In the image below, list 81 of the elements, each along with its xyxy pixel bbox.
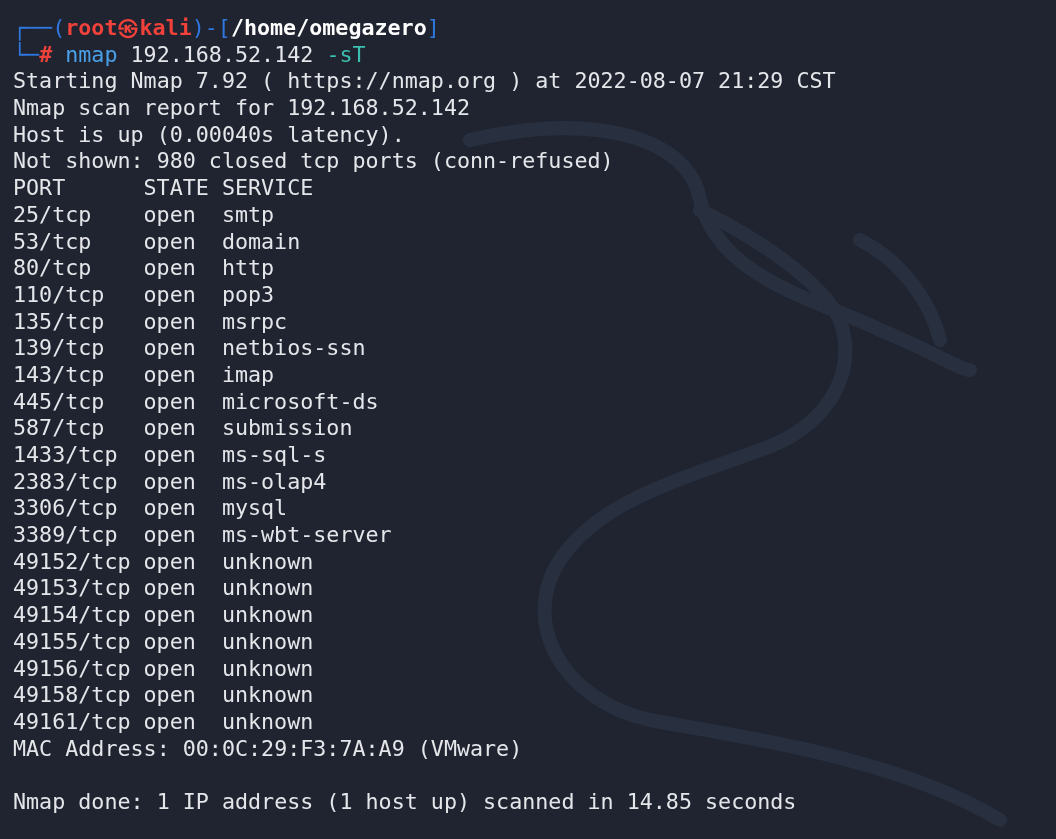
table-cell: 2383/tcp <box>13 468 118 494</box>
table-cell: 110/tcp <box>13 281 105 307</box>
prompt-symbol: # <box>39 41 53 69</box>
table-cell: 587/tcp <box>13 415 105 441</box>
table-cell: domain <box>221 228 301 254</box>
table-cell: open <box>143 255 196 281</box>
output-line: Starting Nmap 7.92 ( https://nmap.org ) at 2022-08-07 21:29 CST <box>13 68 836 96</box>
table-cell: open <box>143 361 196 387</box>
column-header: PORT <box>13 175 66 201</box>
table-cell: open <box>143 628 196 654</box>
table-cell: open <box>143 415 196 441</box>
table-cell: 3389/tcp <box>13 522 118 548</box>
column-header: SERVICE <box>221 175 314 201</box>
table-cell: msrpc <box>221 308 288 334</box>
prompt-user: root <box>65 15 118 42</box>
command-text: nmap <box>65 41 118 69</box>
table-cell: open <box>143 522 196 548</box>
table-cell: ms-wbt-server <box>221 522 392 548</box>
table-cell: open <box>143 388 196 414</box>
table-cell: open <box>143 308 196 334</box>
table-cell: ms-olap4 <box>221 468 327 494</box>
table-cell: unknown <box>221 655 314 681</box>
output-line: Nmap scan report for 192.168.52.142 <box>13 95 470 122</box>
table-cell: netbios-ssn <box>221 335 366 361</box>
table-cell: http <box>221 255 275 281</box>
table-cell: submission <box>221 415 353 441</box>
table-cell: 53/tcp <box>13 228 92 254</box>
table-cell: 3306/tcp <box>13 495 118 521</box>
table-cell: imap <box>221 361 275 387</box>
table-cell: open <box>143 442 196 467</box>
prompt-decoration: ] <box>426 15 440 42</box>
table-cell: open <box>143 281 196 307</box>
table-cell: open <box>143 228 196 254</box>
table-cell: ms-sql-s <box>221 442 327 467</box>
table-cell: unknown <box>221 628 314 654</box>
table-cell: 80/tcp <box>13 255 92 281</box>
command-option: -sT <box>326 41 366 69</box>
prompt-host: kali <box>139 15 192 42</box>
prompt-decoration: ┌──( <box>13 15 66 42</box>
table-cell: open <box>143 708 196 734</box>
table-cell: open <box>143 655 196 681</box>
table-cell: unknown <box>221 708 314 734</box>
table-cell: unknown <box>221 575 314 601</box>
table-cell: mysql <box>221 495 288 521</box>
table-cell: open <box>143 201 196 227</box>
table-cell: open <box>143 548 196 574</box>
table-cell: 49153/tcp <box>13 575 131 601</box>
table-cell: 25/tcp <box>13 201 92 227</box>
output-line: MAC Address: 00:0C:29:F3:7A:A9 (VMware) <box>13 735 523 763</box>
prompt-path: /home/omegazero <box>230 15 427 42</box>
output-line: Not shown: 980 closed tcp ports (conn-refused) <box>13 148 614 176</box>
table-cell: 135/tcp <box>13 308 105 334</box>
table-cell: 139/tcp <box>13 335 105 361</box>
table-cell: 49161/tcp <box>13 708 131 734</box>
table-cell: unknown <box>221 682 314 708</box>
table-cell: open <box>143 468 196 494</box>
table-cell: 49155/tcp <box>13 628 131 654</box>
table-cell: 143/tcp <box>13 361 105 387</box>
table-cell: unknown <box>221 602 314 628</box>
column-header: STATE <box>143 175 209 201</box>
table-cell: unknown <box>221 548 314 574</box>
output-line: Host is up (0.00040s latency). <box>13 121 405 149</box>
table-cell: open <box>143 602 196 628</box>
table-cell: pop3 <box>221 281 275 307</box>
table-cell: 49152/tcp <box>13 548 131 574</box>
table-cell: open <box>143 495 196 521</box>
summary-line: Nmap done: 1 IP address (1 host up) scanned in 14.85 seconds <box>13 788 797 816</box>
table-cell: 445/tcp <box>13 388 105 414</box>
prompt-separator: ㉿ <box>117 15 140 42</box>
table-cell: microsoft-ds <box>221 388 379 414</box>
table-cell: 49158/tcp <box>13 682 131 708</box>
table-cell: open <box>143 575 196 601</box>
prompt-decoration: )-[ <box>191 15 231 42</box>
table-cell: 1433/tcp <box>13 442 118 467</box>
table-cell: open <box>143 682 196 708</box>
table-cell: open <box>143 335 196 361</box>
table-cell: 49154/tcp <box>13 602 131 628</box>
table-cell: smtp <box>221 201 275 227</box>
prompt-decoration: └─ <box>13 41 40 69</box>
table-cell: 49156/tcp <box>13 655 131 681</box>
command-argument: 192.168.52.142 <box>130 41 314 69</box>
